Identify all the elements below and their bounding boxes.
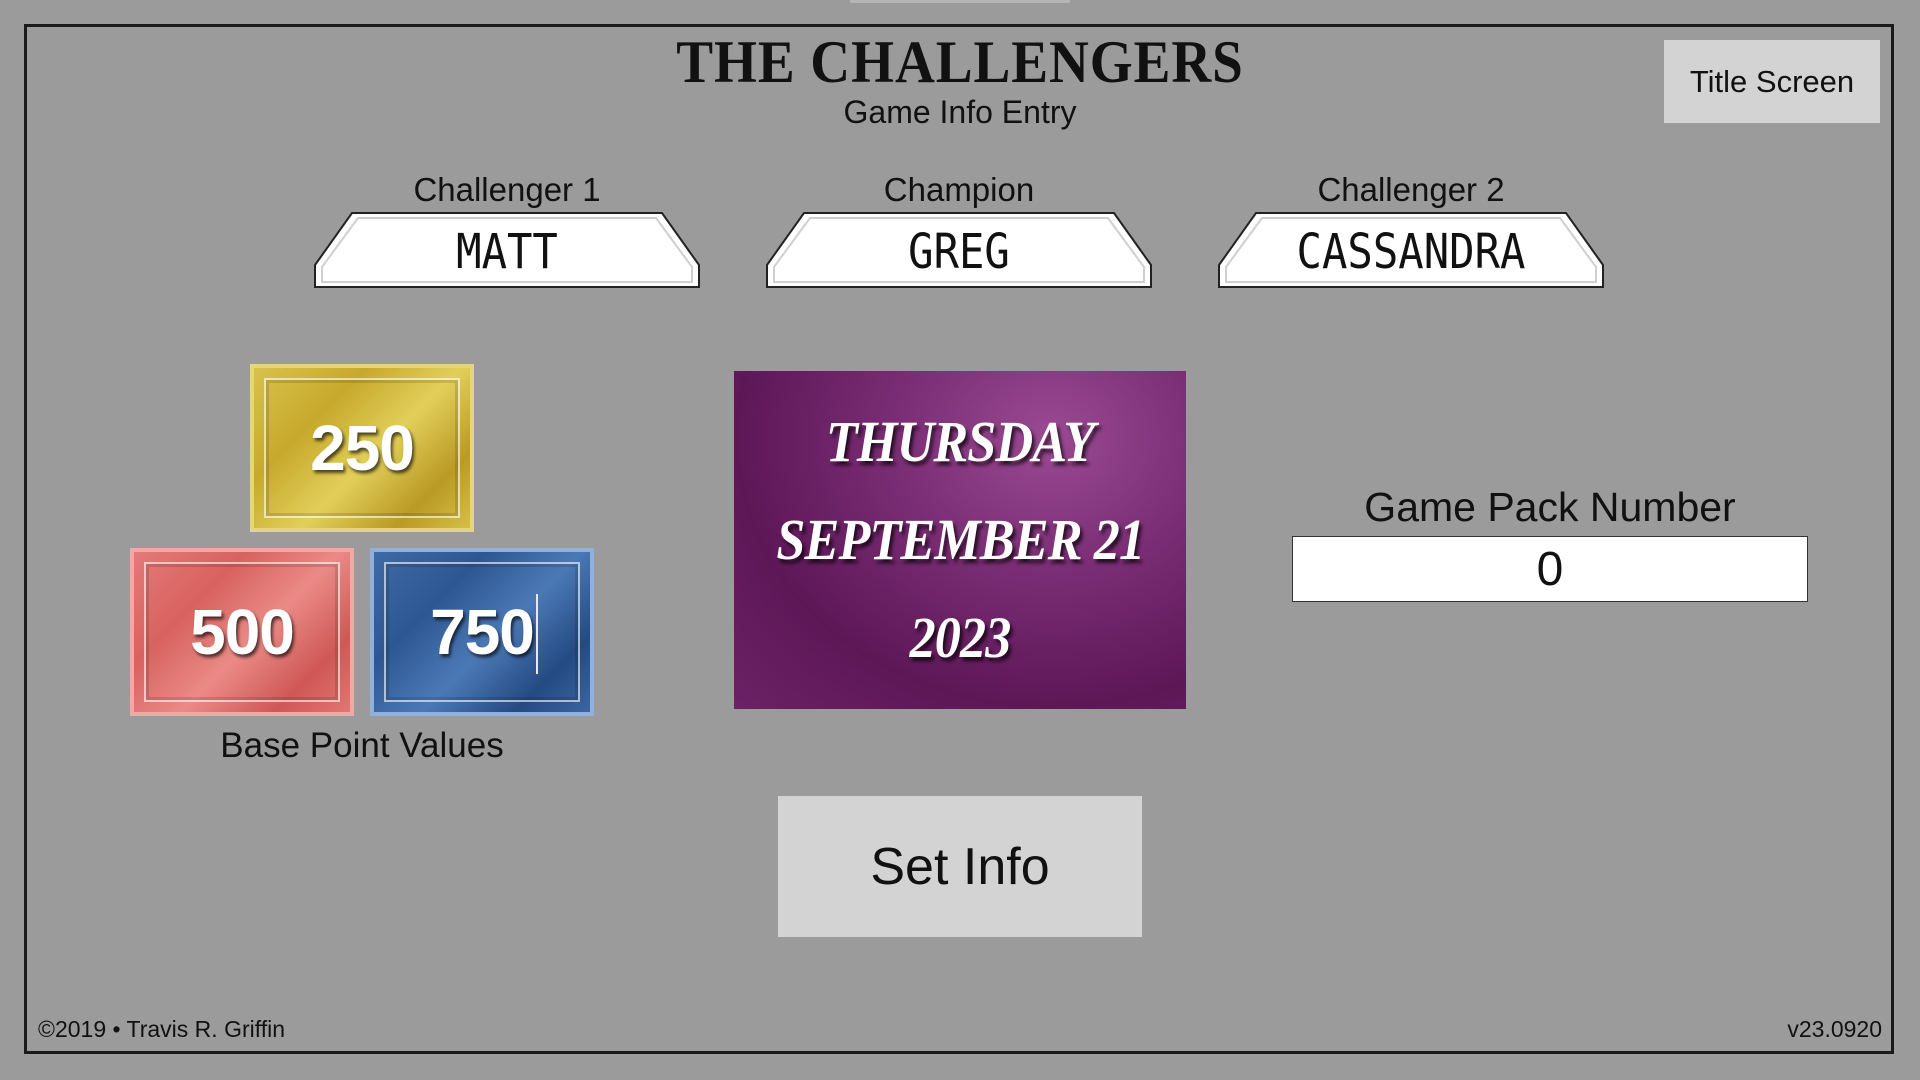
player-challenger-2: Challenger 2 CASSANDRA: [1216, 170, 1606, 290]
date-card: THURSDAY SEPTEMBER 21 2023: [734, 371, 1186, 709]
date-day: THURSDAY: [825, 409, 1095, 474]
date-year: 2023: [909, 605, 1012, 670]
champion-label: Champion: [883, 171, 1035, 208]
champion-name: GREG: [908, 224, 1010, 280]
copyright-text: ©2019 • Travis R. Griffin: [38, 1016, 285, 1042]
version-text: v23.0920: [1787, 1016, 1882, 1042]
top-edge-highlight: [850, 0, 1070, 3]
point-value-500: 500: [190, 596, 295, 668]
player-challenger-1: Challenger 1 MATT: [312, 170, 702, 290]
challenger-1-label: Challenger 1: [413, 171, 601, 208]
challenger-2-name: CASSANDRA: [1296, 224, 1526, 280]
point-tile-750[interactable]: 750: [370, 548, 594, 716]
point-tile-500[interactable]: 500: [130, 548, 354, 716]
text-cursor: [536, 594, 538, 674]
set-info-button[interactable]: Set Info: [778, 796, 1142, 937]
champion-nameplate[interactable]: GREG: [764, 210, 1154, 290]
page-subtitle: Game Info Entry: [843, 94, 1077, 130]
challenger-1-name: MATT: [456, 224, 558, 280]
point-value-250: 250: [310, 412, 415, 484]
game-pack-label: Game Pack Number: [1364, 484, 1736, 530]
point-value-750: 750: [430, 596, 535, 668]
game-pack-input[interactable]: [1292, 536, 1808, 602]
challenger-2-label: Challenger 2: [1317, 171, 1505, 208]
page-title: THE CHALLENGERS: [676, 29, 1244, 95]
challenger-1-nameplate[interactable]: MATT: [312, 210, 702, 290]
player-champion: Champion GREG: [764, 170, 1154, 290]
point-tile-250[interactable]: 250: [250, 364, 474, 532]
title-screen-button[interactable]: Title Screen: [1664, 40, 1880, 123]
base-point-values-label: Base Point Values: [220, 726, 504, 765]
date-month-day: SEPTEMBER 21: [776, 507, 1145, 572]
challenger-2-nameplate[interactable]: CASSANDRA: [1216, 210, 1606, 290]
